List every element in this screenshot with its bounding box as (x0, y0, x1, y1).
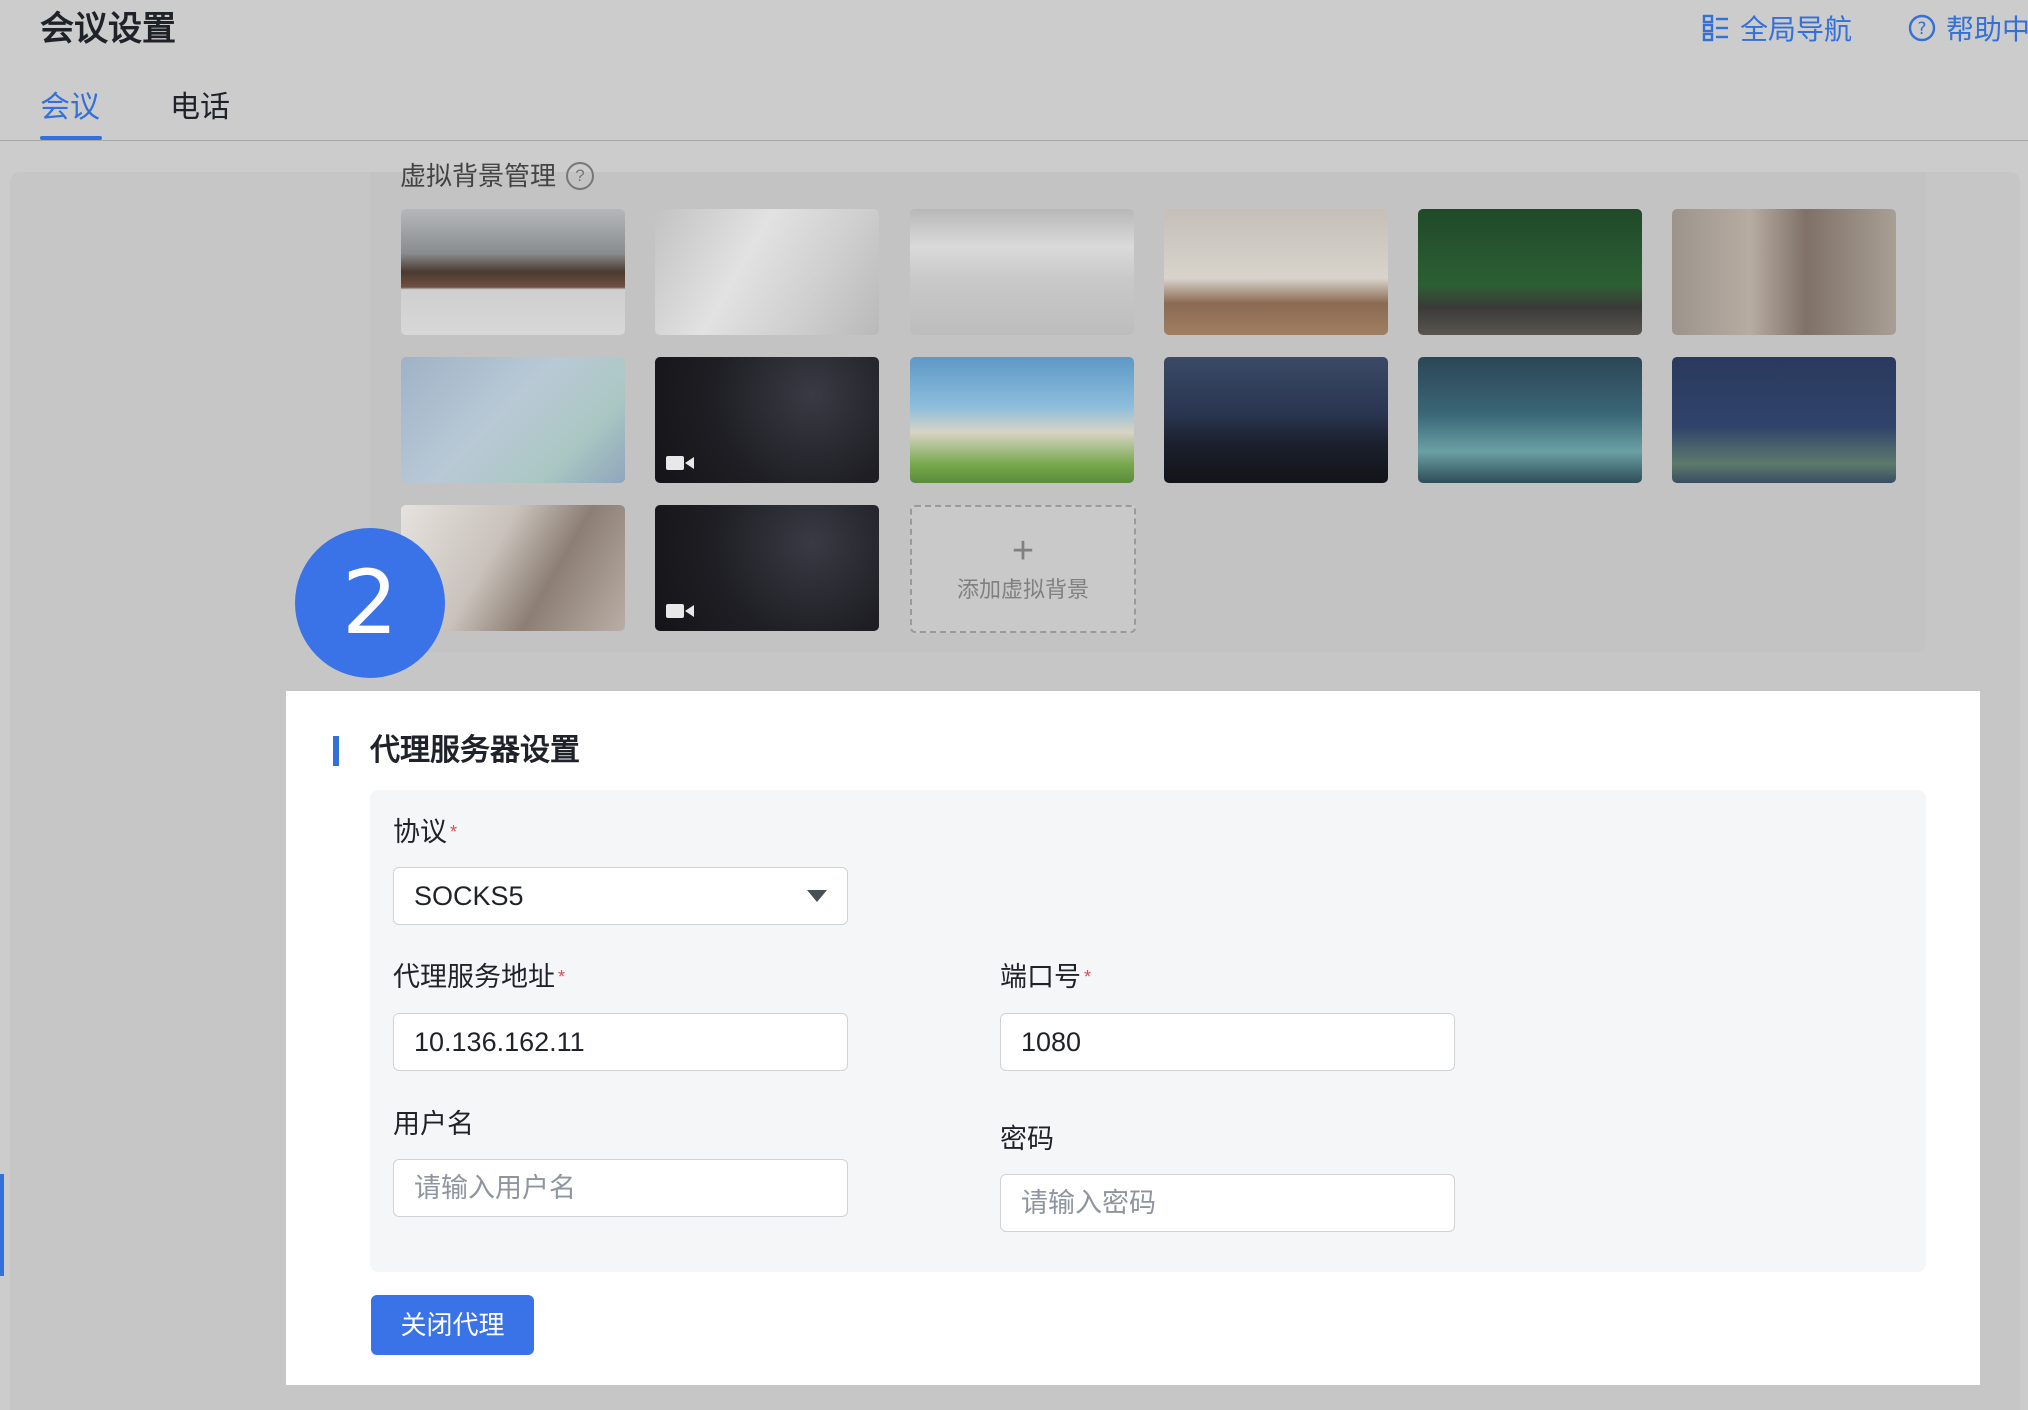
protocol-select[interactable]: SOCKS5 (393, 867, 848, 925)
address-label: 代理服务地址 * (393, 958, 565, 996)
protocol-label: 协议 * (393, 813, 457, 851)
video-camera-icon (666, 456, 694, 470)
virtual-background-thumbnail[interactable] (655, 357, 879, 483)
virtual-background-thumbnail[interactable] (910, 209, 1134, 335)
svg-text:?: ? (1917, 19, 1926, 39)
plus-icon: + (1011, 530, 1035, 572)
required-mark: * (558, 967, 566, 987)
port-input[interactable] (1000, 1013, 1455, 1071)
page-title: 会议设置 (40, 10, 176, 48)
password-label: 密码 (1000, 1124, 1054, 1154)
add-virtual-background-label: 添加虚拟背景 (956, 577, 1089, 602)
tab-meeting[interactable]: 会议 (40, 86, 100, 130)
virtual-background-thumbnail[interactable] (401, 357, 625, 483)
grid-menu-icon (1702, 14, 1728, 42)
protocol-select-value: SOCKS5 (414, 880, 524, 911)
step-number-badge: 2 (295, 528, 445, 678)
virtual-background-title: 虚拟背景管理 ? (400, 160, 595, 192)
question-mark-icon[interactable]: ? (566, 162, 595, 190)
header-divider (0, 140, 2028, 141)
virtual-background-thumbnail[interactable] (1418, 357, 1642, 483)
caret-down-icon (807, 890, 827, 902)
proxy-address-input[interactable] (393, 1013, 848, 1071)
help-center-label: 帮助中心 (1946, 14, 2028, 45)
help-center-link[interactable]: ? 帮助中心 (1908, 8, 2028, 48)
username-input[interactable] (393, 1159, 848, 1217)
global-nav-link[interactable]: 全局导航 (1702, 8, 1852, 48)
tab-phone[interactable]: 电话 (170, 86, 230, 130)
virtual-background-thumbnail[interactable] (1418, 209, 1642, 335)
virtual-background-thumbnail[interactable] (1164, 209, 1388, 335)
virtual-background-thumbnail[interactable] (1672, 357, 1896, 483)
protocol-label-text: 协议 (393, 817, 447, 847)
add-virtual-background-button[interactable]: + 添加虚拟背景 (910, 505, 1136, 633)
video-camera-icon (666, 604, 694, 618)
virtual-background-thumbnail[interactable] (1164, 357, 1388, 483)
port-label-text: 端口号 (1000, 962, 1081, 992)
virtual-background-thumbnail[interactable] (910, 357, 1134, 483)
required-mark: * (450, 822, 458, 842)
username-label: 用户名 (393, 1109, 474, 1139)
address-label-text: 代理服务地址 (393, 962, 555, 992)
help-circle-icon: ? (1908, 14, 1936, 42)
virtual-background-thumbnail[interactable] (655, 209, 879, 335)
required-mark: * (1084, 967, 1092, 987)
global-nav-label: 全局导航 (1740, 14, 1853, 45)
password-input[interactable] (1000, 1174, 1455, 1232)
virtual-background-title-text: 虚拟背景管理 (400, 161, 557, 191)
virtual-background-thumbnail[interactable] (401, 209, 625, 335)
sidebar-active-indicator (0, 1174, 4, 1276)
close-proxy-button[interactable]: 关闭代理 (371, 1295, 534, 1355)
section-title: 代理服务器设置 (370, 734, 580, 767)
section-accent-bar (333, 736, 339, 766)
virtual-background-thumbnail[interactable] (1672, 209, 1896, 335)
port-label: 端口号 * (1000, 958, 1091, 996)
virtual-background-thumbnail[interactable] (655, 505, 879, 631)
